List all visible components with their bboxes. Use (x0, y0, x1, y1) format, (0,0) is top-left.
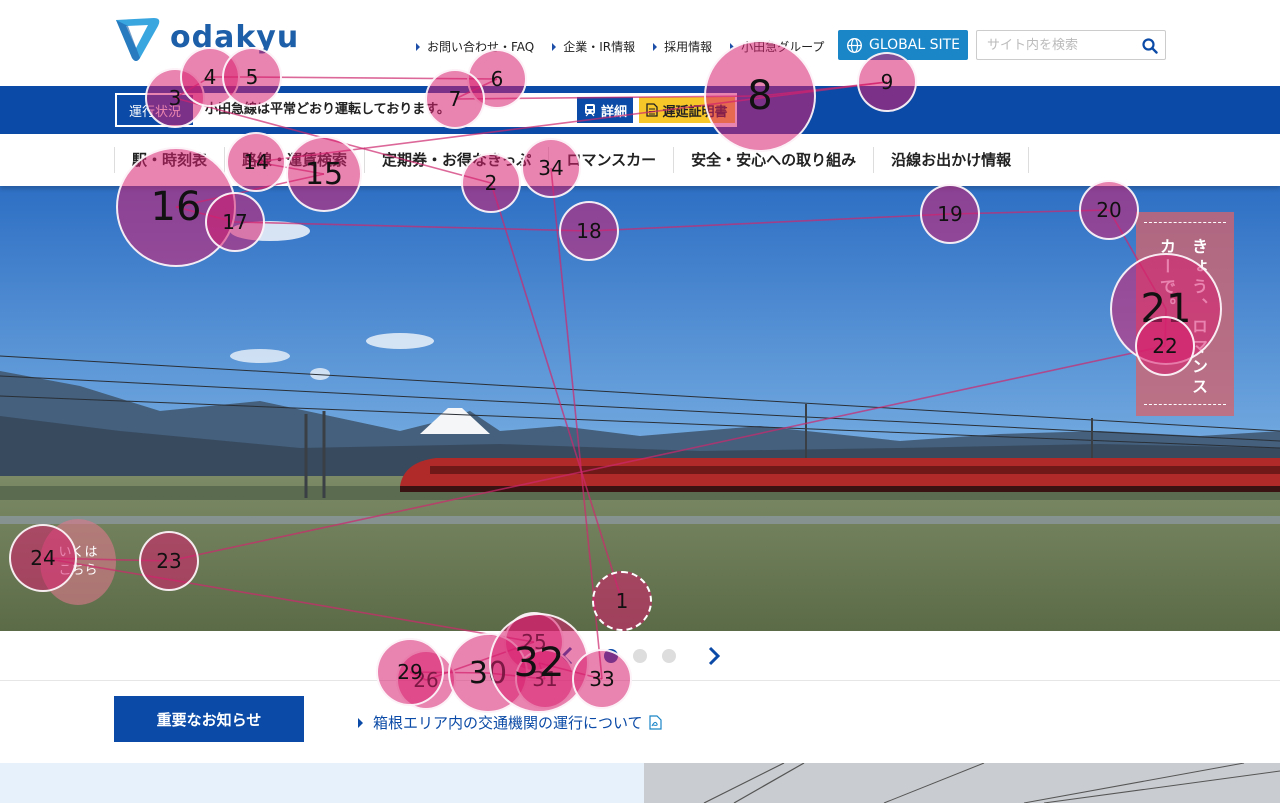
global-site-label: GLOBAL SITE (868, 37, 960, 53)
nav-outing-info[interactable]: 沿線お出かけ情報 (873, 147, 1030, 173)
carousel-dot-2[interactable] (633, 649, 647, 663)
logo-mark-icon (116, 18, 160, 61)
bottom-photo (703, 763, 1280, 803)
corporate-ir-link[interactable]: 企業・IR情報 (552, 38, 635, 55)
site-header: odakyu お問い合わせ・FAQ 企業・IR情報 採用情報 小田急グループ G… (0, 0, 1280, 86)
document-icon (646, 103, 659, 117)
hero-circle-text: いくは こちら (58, 544, 97, 580)
bottom-panel-left (0, 763, 644, 803)
search-icon[interactable] (1142, 38, 1158, 54)
delay-label: 遅延証明書 (662, 104, 728, 120)
main-nav: 駅・時刻表 路線・運賃検索 定期券・お得なきっぷ ロマンスカー 安全・安心への取… (0, 134, 1280, 186)
carousel-dot-1[interactable] (604, 649, 618, 663)
notice-link[interactable]: 箱根エリア内の交通機関の運行について (358, 712, 662, 733)
carousel-controls (0, 631, 1280, 681)
globe-icon (847, 37, 862, 53)
romancecar-ticket-graphic[interactable]: きょう、ロマンスカーで。 (1136, 212, 1234, 416)
hero-circle-line1: いくは (58, 545, 98, 560)
notice-link-text: 箱根エリア内の交通機関の運行について (373, 714, 643, 732)
train-icon (584, 104, 595, 117)
nav-stations-timetable[interactable]: 駅・時刻表 (114, 147, 224, 173)
carousel-dots (604, 649, 676, 663)
nav-route-fare-search[interactable]: 路線・運賃検索 (224, 147, 364, 173)
important-notice: 重要なお知らせ 箱根エリア内の交通機関の運行について (0, 681, 1280, 763)
nav-safety[interactable]: 安全・安心への取り組み (673, 147, 873, 173)
group-link[interactable]: 小田急グループ (730, 38, 824, 55)
search-input[interactable] (977, 31, 1127, 59)
pdf-icon (648, 715, 662, 730)
ticket-dash-bottom (1144, 404, 1226, 405)
status-label: 運行状況 (115, 93, 195, 127)
status-detail-button[interactable]: 詳細 (577, 97, 633, 123)
bottom-photo-right (644, 763, 1280, 803)
important-notice-button[interactable]: 重要なお知らせ (114, 696, 304, 742)
chevron-left-icon[interactable] (556, 644, 580, 668)
search-box (976, 30, 1166, 60)
global-site-button[interactable]: GLOBAL SITE (838, 30, 968, 60)
arrow-right-icon (358, 717, 363, 728)
recruit-link[interactable]: 採用情報 (653, 38, 712, 55)
chevron-right-icon[interactable] (702, 644, 726, 668)
hero-banner[interactable]: きょう、ロマンスカーで。 いくは こちら (0, 186, 1280, 631)
ticket-dash-top (1144, 222, 1226, 223)
carousel-dot-3[interactable] (662, 649, 676, 663)
service-status-bar: 運行状況 小田急線は平常どおり運転しております。 詳細 遅延証明書 (0, 86, 1280, 134)
logo-text: odakyu (170, 19, 300, 55)
hero-circle-line2: こちら (58, 563, 98, 578)
hero-circle-link[interactable]: いくは こちら (40, 519, 116, 605)
ticket-text: きょう、ロマンスカーで。 (1157, 238, 1208, 398)
nav-passes-tickets[interactable]: 定期券・お得なきっぷ (364, 147, 548, 173)
delay-certificate-button[interactable]: 遅延証明書 (639, 97, 735, 123)
hero-photo (0, 186, 1280, 631)
status-box: 運行状況 小田急線は平常どおり運転しております。 詳細 遅延証明書 (114, 92, 738, 128)
faq-link[interactable]: お問い合わせ・FAQ (416, 38, 534, 55)
utility-nav: お問い合わせ・FAQ 企業・IR情報 採用情報 小田急グループ (416, 38, 824, 55)
nav-romancecar[interactable]: ロマンスカー (548, 147, 673, 173)
status-message: 小田急線は平常どおり運転しております。 (205, 102, 450, 117)
odakyu-logo[interactable]: odakyu (114, 14, 299, 64)
detail-label: 詳細 (600, 104, 627, 120)
